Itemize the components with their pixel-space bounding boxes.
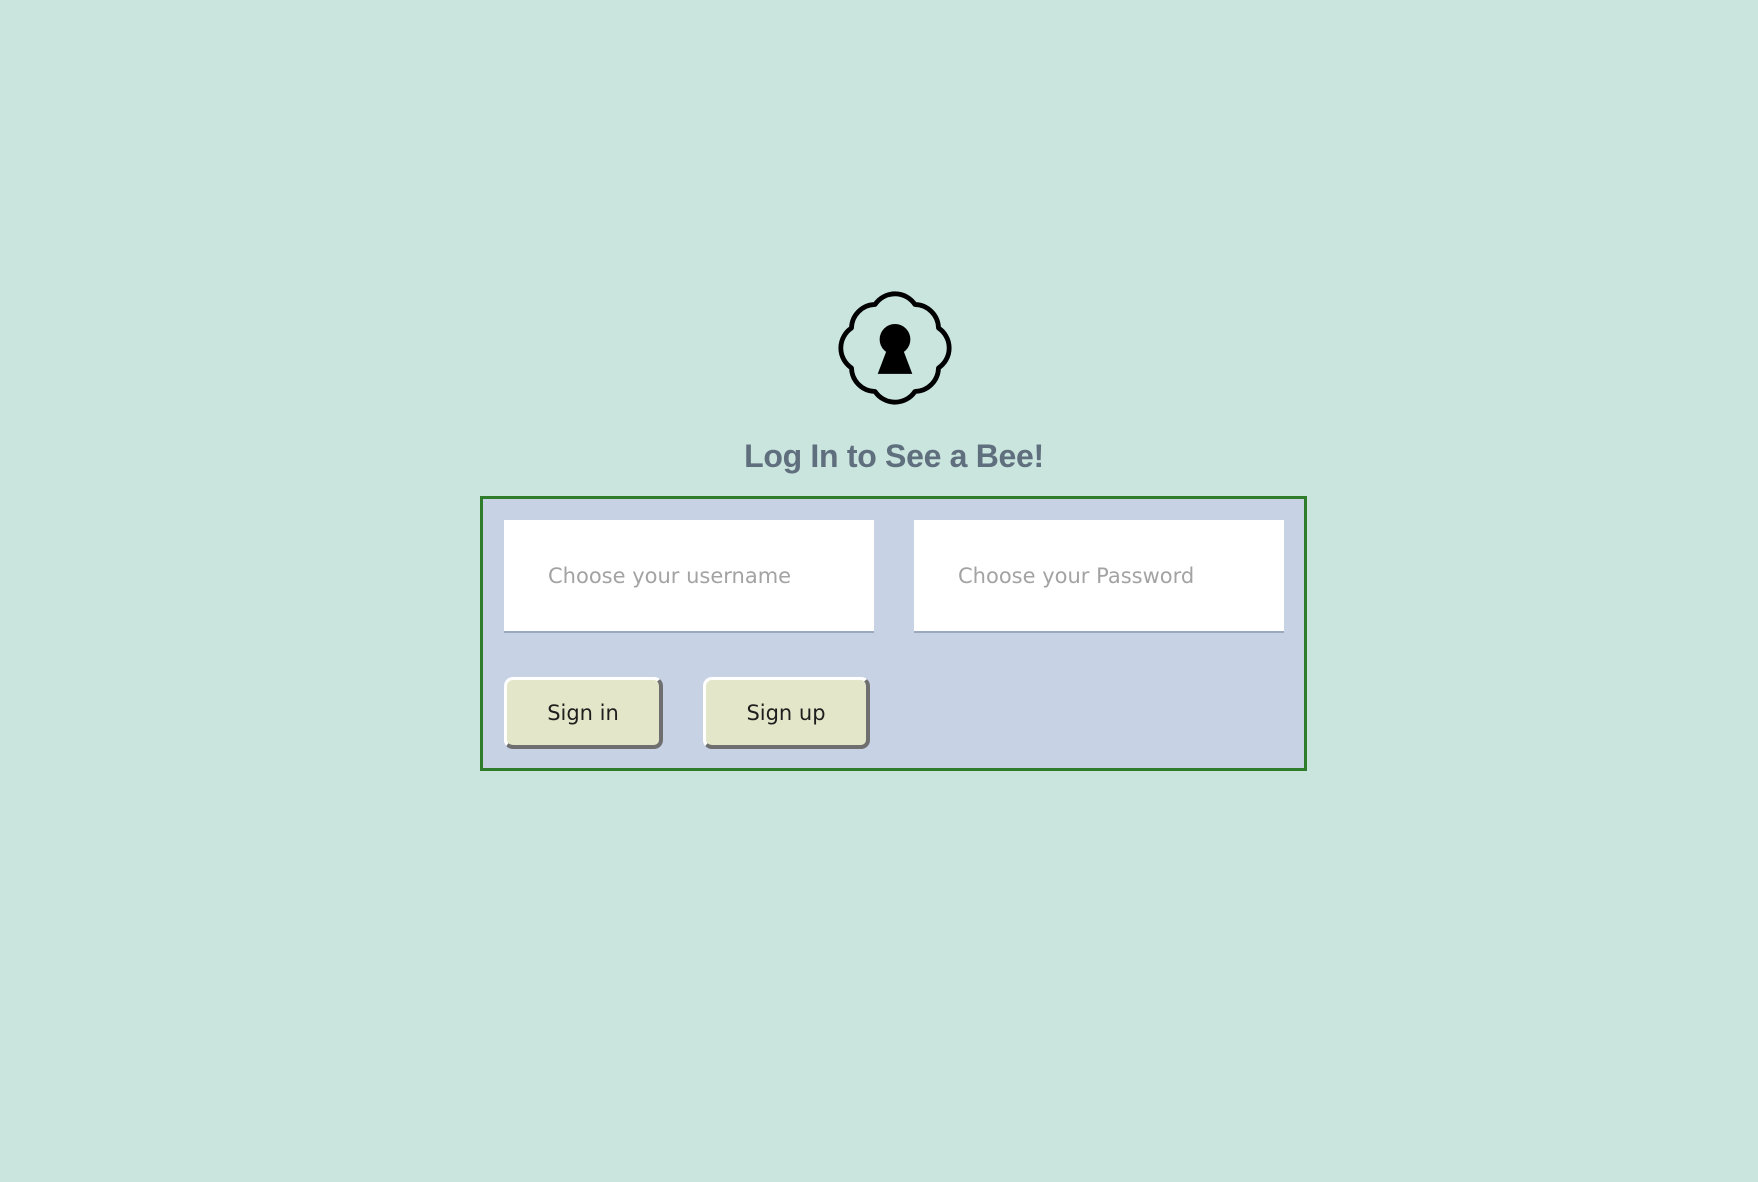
username-input[interactable] [504, 520, 874, 633]
login-form: Sign in Sign up [480, 496, 1307, 771]
sign-in-button[interactable]: Sign in [504, 677, 663, 749]
password-input[interactable] [914, 520, 1284, 633]
keyhole-badge-icon [823, 276, 967, 420]
sign-up-button[interactable]: Sign up [703, 677, 870, 749]
page-title: Log In to See a Bee! [744, 438, 1044, 474]
